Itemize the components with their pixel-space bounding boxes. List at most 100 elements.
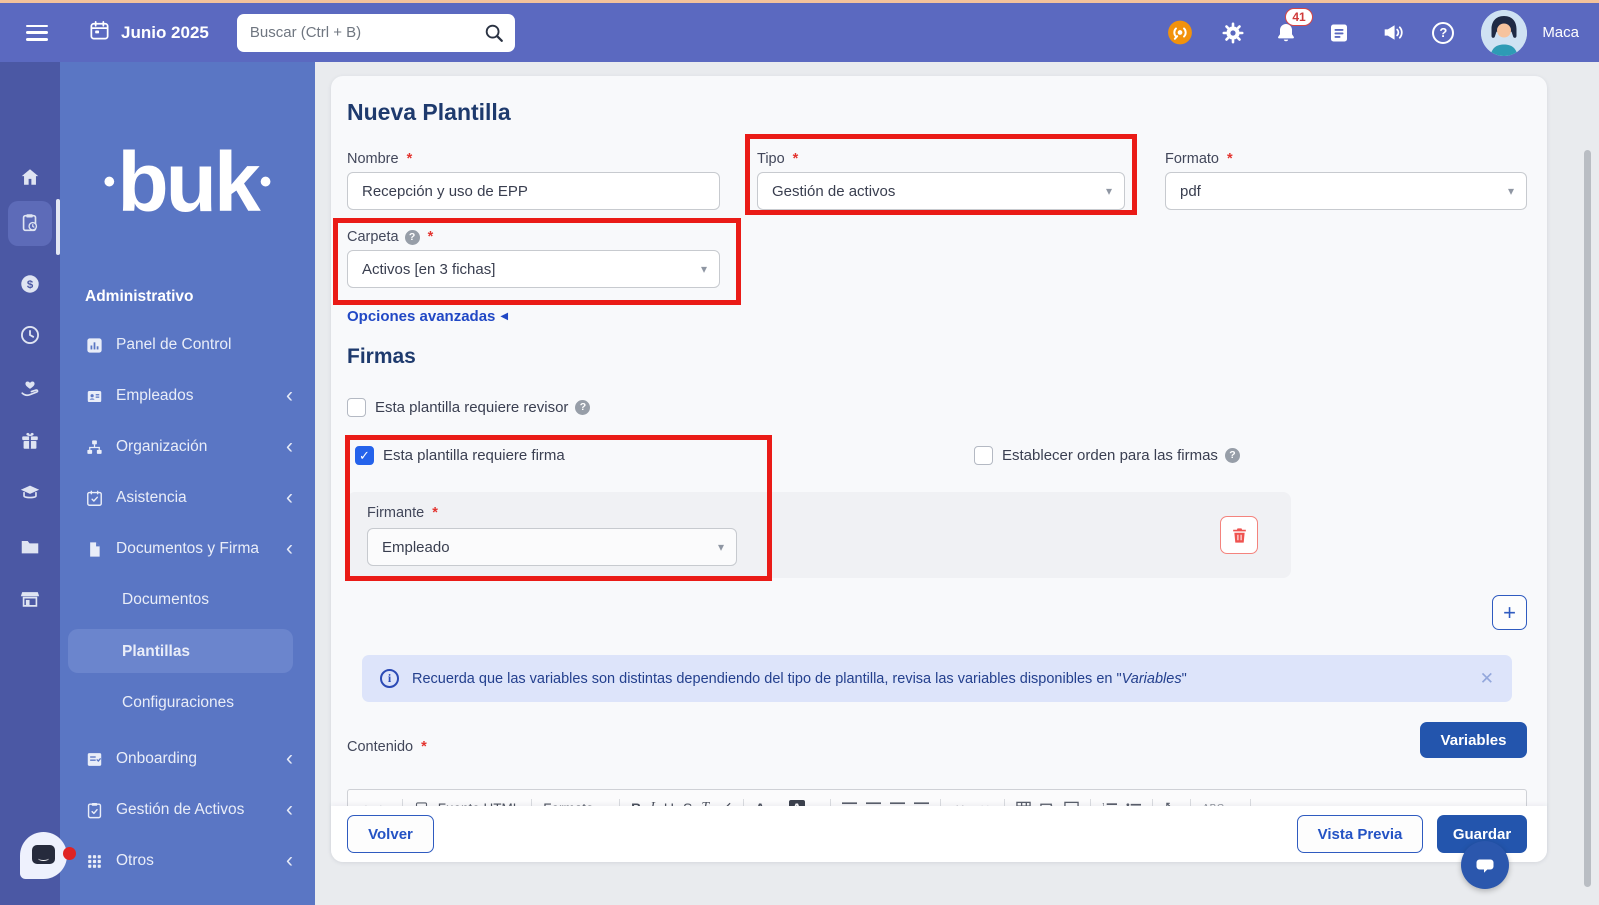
delete-signer-button[interactable]: [1220, 516, 1258, 554]
vista-previa-button[interactable]: Vista Previa: [1297, 815, 1423, 853]
org-chart-icon: [85, 438, 104, 457]
help-icon[interactable]: ?: [1225, 448, 1240, 463]
carpeta-select[interactable]: Activos [en 3 fichas] ▾: [347, 250, 720, 288]
clipboard-check-icon: [85, 801, 104, 820]
variables-info-banner: i Recuerda que las variables son distint…: [362, 655, 1512, 702]
period-selector[interactable]: Junio 2025: [88, 19, 209, 47]
page-scrollbar[interactable]: [1584, 150, 1591, 887]
time-clock-icon[interactable]: [19, 324, 41, 346]
bar-chart-icon: [85, 336, 104, 355]
document-icon: [85, 540, 104, 559]
calendar-check-icon: [85, 489, 104, 508]
payroll-dollar-icon[interactable]: $: [19, 273, 41, 295]
chevron-icon: ‹: [286, 438, 293, 456]
sidebar-section-title: Administrativo: [85, 288, 194, 306]
topbar: Junio 2025 41 ?: [0, 3, 1599, 62]
chevron-icon: ‹: [286, 387, 293, 405]
sidebar-item-asistencia[interactable]: Asistencia ‹: [60, 484, 315, 512]
hamburger-menu-icon[interactable]: [26, 25, 48, 41]
chevron-down-icon: ▾: [1508, 184, 1514, 198]
search-input[interactable]: [237, 14, 515, 52]
marketplace-store-icon[interactable]: [19, 588, 41, 610]
opciones-avanzadas-link[interactable]: Opciones avanzadas ◀: [347, 308, 508, 325]
icon-rail: $: [0, 62, 60, 905]
files-folder-icon[interactable]: [19, 536, 41, 558]
period-label: Junio 2025: [121, 23, 209, 43]
gift-icon[interactable]: [19, 430, 41, 452]
sidebar-subitem-configuraciones[interactable]: Configuraciones: [60, 689, 315, 717]
triangle-left-icon: ◀: [500, 311, 508, 322]
chat-widget-button[interactable]: [1461, 841, 1509, 889]
assistant-icon[interactable]: [1167, 20, 1193, 46]
chevron-down-icon: ▾: [1106, 184, 1112, 198]
tipo-label: Tipo*: [757, 151, 798, 167]
firmante-label: Firmante*: [367, 505, 438, 521]
sidebar-item-empleados[interactable]: Empleados ‹: [60, 382, 315, 410]
rail-item-documents-active[interactable]: [8, 201, 52, 246]
contenido-label: Contenido*: [347, 739, 427, 755]
banner-text: Recuerda que las variables son distintas…: [412, 671, 1187, 687]
sidebar-item-panel-de-control[interactable]: Panel de Control: [60, 331, 315, 359]
help-icon[interactable]: ?: [1432, 22, 1454, 44]
notifications-bell-icon[interactable]: 41: [1273, 20, 1299, 46]
user-name: Maca: [1542, 24, 1579, 41]
search-icon[interactable]: [483, 22, 505, 44]
clipboard-clock-icon: [19, 212, 41, 234]
topbar-actions: 41 ? Maca: [1167, 10, 1599, 56]
trash-icon: [1230, 526, 1249, 545]
formato-select[interactable]: pdf ▾: [1165, 172, 1527, 210]
sidebar: •buk• Administrativo Panel de Control Em…: [60, 62, 315, 905]
svg-text:$: $: [27, 279, 34, 291]
settings-gear-icon[interactable]: [1220, 20, 1246, 46]
chevron-icon: ‹: [286, 852, 293, 870]
page-title: Nueva Plantilla: [347, 99, 511, 126]
checkbox-requiere-revisor[interactable]: [347, 398, 366, 417]
variables-button[interactable]: Variables: [1420, 722, 1527, 758]
formato-label: Formato*: [1165, 151, 1233, 167]
sidebar-item-documentos-y-firma[interactable]: Documentos y Firma ‹: [60, 535, 315, 563]
user-avatar[interactable]: [1481, 10, 1527, 56]
sidebar-item-otros[interactable]: Otros ‹: [60, 847, 315, 875]
chat-bubble-icon: [32, 845, 55, 864]
checkbox-requiere-revisor-label: Esta plantilla requiere revisor ?: [375, 399, 590, 416]
chevron-icon: ‹: [286, 801, 293, 819]
sidebar-item-gestion-de-activos[interactable]: Gestión de Activos ‹: [60, 796, 315, 824]
checkbox-orden-firmas-label: Establecer orden para las firmas ?: [1002, 447, 1240, 464]
help-icon[interactable]: ?: [575, 400, 590, 415]
list-check-icon: [85, 750, 104, 769]
chevron-icon: ‹: [286, 489, 293, 507]
home-icon[interactable]: [19, 166, 41, 188]
volver-button[interactable]: Volver: [347, 815, 434, 853]
sidebar-item-organizacion[interactable]: Organización ‹: [60, 433, 315, 461]
chat-launcher[interactable]: [20, 832, 67, 879]
chevron-icon: ‹: [286, 750, 293, 768]
firmante-select[interactable]: Empleado ▾: [367, 528, 737, 566]
grid-icon: [85, 852, 104, 871]
carpeta-label: Carpeta ? *: [347, 229, 433, 245]
global-search: [237, 14, 515, 52]
sidebar-item-onboarding[interactable]: Onboarding ‹: [60, 745, 315, 773]
chat-notification-dot: [63, 847, 76, 860]
firmas-section-title: Firmas: [347, 345, 416, 369]
chevron-down-icon: ▾: [718, 540, 724, 554]
nombre-label: Nombre*: [347, 151, 412, 167]
id-badge-icon: [85, 387, 104, 406]
tipo-select[interactable]: Gestión de activos ▾: [757, 172, 1125, 210]
announcements-megaphone-icon[interactable]: [1379, 20, 1405, 46]
add-signer-button[interactable]: +: [1492, 595, 1527, 630]
nombre-input[interactable]: Recepción y uso de EPP: [347, 172, 720, 210]
checkbox-requiere-firma-label: Esta plantilla requiere firma: [383, 447, 565, 464]
news-note-icon[interactable]: [1326, 20, 1352, 46]
benefits-hand-heart-icon[interactable]: [19, 378, 41, 400]
check-icon: ✓: [359, 448, 370, 464]
checkbox-orden-firmas[interactable]: [974, 446, 993, 465]
chevron-down-icon: ▾: [701, 262, 707, 276]
calendar-icon: [88, 19, 111, 47]
info-icon: i: [380, 669, 399, 688]
sidebar-subitem-plantillas-active[interactable]: Plantillas: [60, 638, 315, 666]
help-icon[interactable]: ?: [405, 230, 420, 245]
checkbox-requiere-firma[interactable]: ✓: [355, 446, 374, 465]
close-icon[interactable]: ✕: [1480, 669, 1494, 689]
training-graduation-icon[interactable]: [19, 482, 41, 504]
sidebar-subitem-documentos[interactable]: Documentos: [60, 586, 315, 614]
